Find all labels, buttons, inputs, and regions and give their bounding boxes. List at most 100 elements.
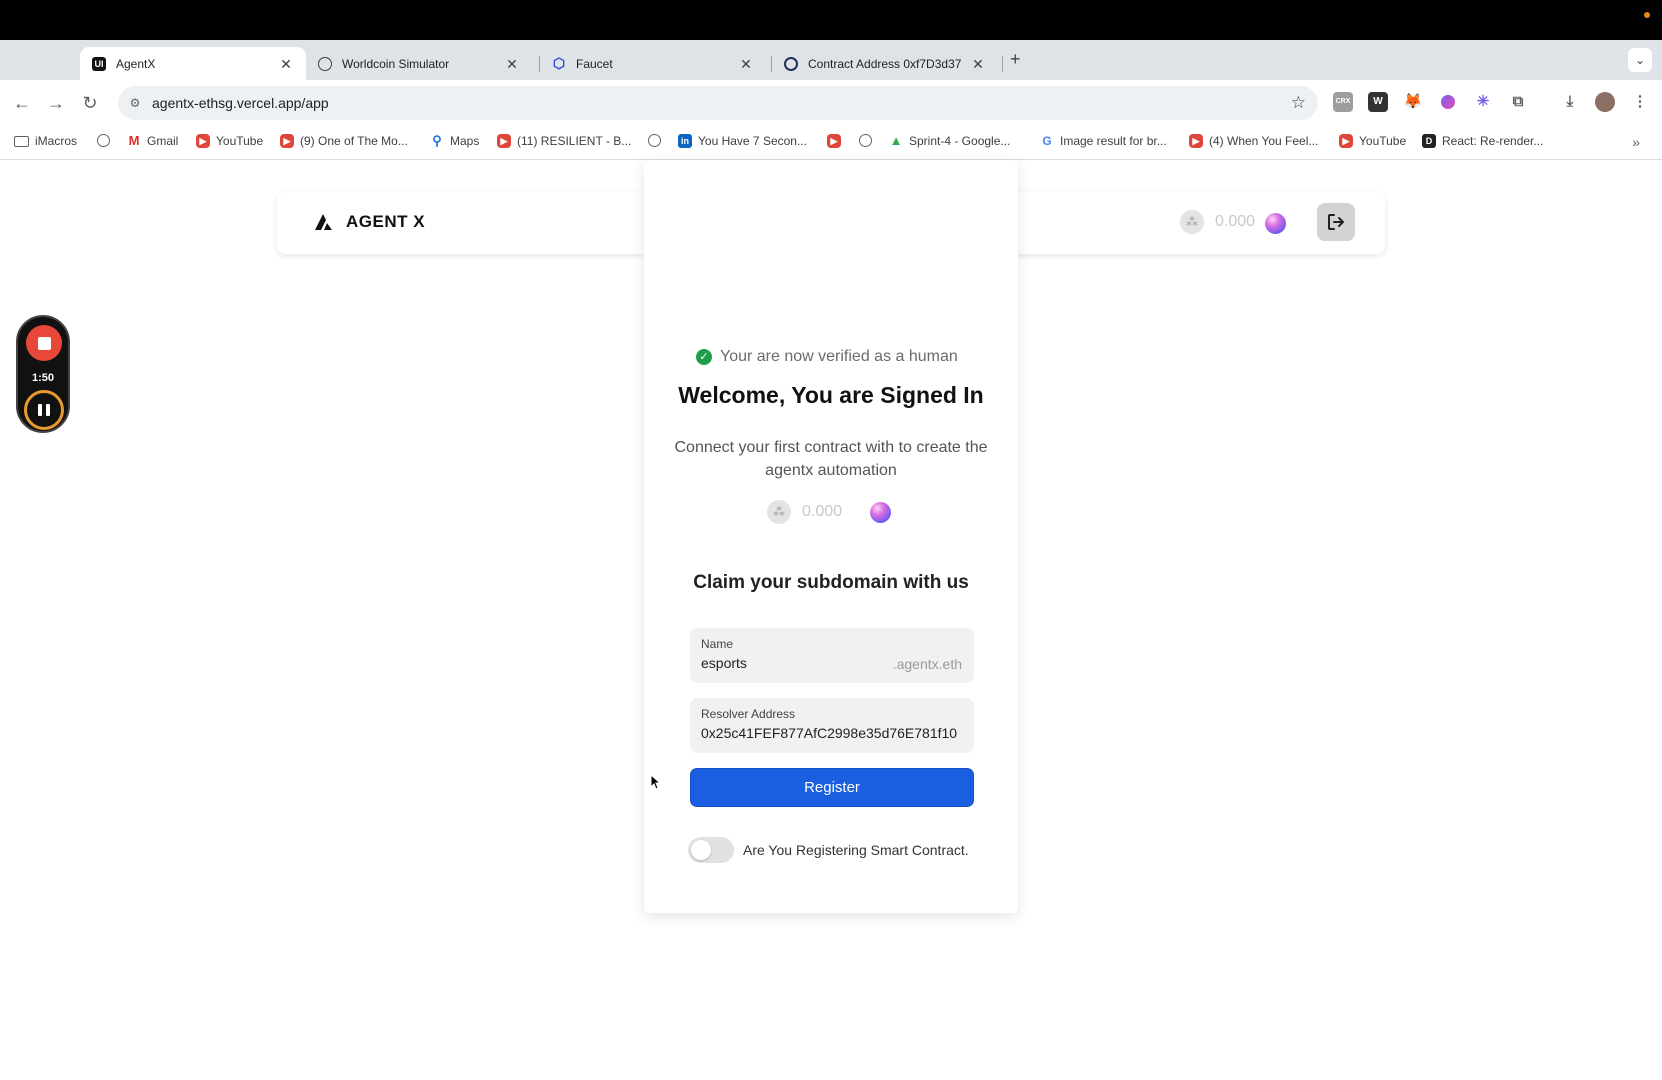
tab-close-icon[interactable]: ✕ [278, 56, 294, 72]
address-url[interactable]: agentx-ethsg.vercel.app/app [152, 95, 329, 111]
crx-extension-icon[interactable]: CRX [1333, 92, 1353, 112]
dev-icon: D [1422, 134, 1436, 148]
bookmark-item[interactable]: ⚲ Maps [430, 133, 479, 149]
hexagon-icon: ⬡ [552, 55, 566, 71]
resolver-address-input[interactable]: 0x25c41FEF877AfC2998e35d76E781f10 [701, 725, 961, 741]
bookmark-item[interactable]: G Image result for br... [1040, 134, 1166, 148]
download-icon[interactable]: ⤓ [1560, 92, 1580, 112]
tab-close-icon[interactable]: ✕ [970, 56, 986, 72]
profile-avatar[interactable] [1595, 92, 1615, 112]
verified-status: ✓ Your are now verified as a human [696, 348, 958, 366]
stop-icon [37, 336, 51, 350]
linkedin-icon: in [678, 134, 692, 148]
bookmark-item[interactable]: D React: Re-render... [1422, 134, 1543, 148]
globe-icon [318, 56, 332, 71]
youtube-icon: ▶ [827, 134, 841, 148]
drive-icon: ▲ [889, 133, 903, 148]
agentx-favicon-icon: UI [92, 56, 106, 71]
youtube-icon: ▶ [196, 134, 210, 148]
signed-in-card: ✓ Your are now verified as a human Welco… [644, 160, 1018, 913]
stop-recording-button[interactable] [26, 325, 62, 361]
youtube-icon: ▶ [280, 134, 294, 148]
tab-search-chevron-icon[interactable]: ⌄ [1628, 48, 1652, 72]
address-bar[interactable]: ⚙ agentx-ethsg.vercel.app/app ☆ [118, 86, 1318, 120]
domain-suffix: .agentx.eth [892, 656, 962, 672]
globe-icon [648, 134, 661, 147]
bookmark-item[interactable] [97, 134, 116, 147]
globe-icon [97, 134, 110, 147]
bookmark-item[interactable]: ▶ YouTube [196, 134, 263, 148]
subdomain-name-field[interactable]: Name esports .agentx.eth [690, 628, 974, 683]
bookmark-item[interactable]: ▶ (4) When You Feel... [1189, 134, 1318, 148]
browser-menu-icon[interactable]: ⋮ [1630, 92, 1650, 112]
bookmark-item[interactable] [859, 134, 878, 147]
tab-close-icon[interactable]: ✕ [504, 56, 520, 72]
globe-icon [859, 134, 872, 147]
bookmark-item[interactable]: ▶ (11) RESILIENT - B... [497, 134, 631, 148]
bookmark-star-icon[interactable]: ☆ [1291, 93, 1306, 113]
smart-contract-toggle[interactable] [688, 837, 734, 863]
maps-icon: ⚲ [432, 133, 442, 148]
bookmarks-bar: iMacros M Gmail ▶ YouTube ▶ (9) One of The … [0, 126, 1662, 160]
bookmark-item[interactable]: iMacros [14, 134, 77, 148]
card-balance: ⁂ 0.000 [767, 500, 892, 524]
mouse-cursor-icon [650, 774, 662, 790]
tab-title: Contract Address 0xf7D3d37 [808, 56, 962, 71]
screen-recorder-widget: 1:50 [16, 315, 70, 433]
tab-title: Faucet [576, 56, 613, 71]
header-balance: ⁂ 0.000 [1180, 210, 1255, 234]
browser-tab-strip: UI AgentX ✕ Worldcoin Simulator ✕ ⬡ Fauc… [0, 40, 1662, 80]
bookmark-item[interactable]: ▶ YouTube [1339, 134, 1406, 148]
verified-text: Your are now verified as a human [720, 348, 958, 365]
smart-contract-toggle-label: Are You Registering Smart Contract. [743, 842, 969, 858]
toggle-knob [691, 840, 711, 860]
resolver-address-field[interactable]: Resolver Address 0x25c41FEF877AfC2998e35… [690, 698, 974, 753]
token-coin-icon: ⁂ [1180, 210, 1204, 234]
smart-contract-toggle-row: Are You Registering Smart Contract. [688, 837, 969, 863]
gmail-icon: M [128, 133, 140, 148]
new-tab-icon[interactable]: + [1010, 49, 1021, 70]
metamask-fox-icon[interactable]: 🦊 [1403, 92, 1423, 112]
site-settings-icon[interactable]: ⚙ [127, 95, 143, 111]
tab-title: AgentX [116, 56, 156, 71]
back-arrow-icon[interactable]: ← [10, 91, 34, 115]
bookmark-item[interactable] [648, 134, 667, 147]
brand[interactable]: AGENT X [313, 211, 425, 233]
claim-subdomain-heading: Claim your subdomain with us [693, 572, 969, 593]
register-button[interactable]: Register [690, 768, 974, 807]
logout-button[interactable] [1317, 203, 1355, 241]
brand-name: AGENT X [346, 212, 426, 231]
color-extension-icon[interactable] [1438, 92, 1458, 112]
explorer-icon [784, 56, 798, 71]
balance-value: 0.000 [802, 503, 843, 520]
tab-faucet[interactable]: ⬡ Faucet ✕ [540, 47, 766, 80]
extensions-puzzle-icon[interactable]: ⧉ [1508, 92, 1528, 112]
bookmarks-overflow-icon[interactable]: » [1632, 134, 1640, 150]
bookmark-item[interactable]: ▲ Sprint-4 - Google... [889, 133, 1011, 149]
bookmark-item[interactable]: ▶ [827, 134, 847, 148]
bookmark-item[interactable]: in You Have 7 Secon... [678, 134, 807, 148]
pause-recording-button[interactable] [24, 390, 64, 430]
youtube-icon: ▶ [1189, 134, 1203, 148]
tab-contract-address[interactable]: Contract Address 0xf7D3d37 ✕ [772, 47, 998, 80]
browser-toolbar: ← → ↻ ⚙ agentx-ethsg.vercel.app/app ☆ CR… [0, 80, 1662, 126]
logout-icon [1328, 214, 1344, 230]
reload-icon[interactable]: ↻ [78, 91, 102, 115]
tab-worldcoin-simulator[interactable]: Worldcoin Simulator ✕ [306, 47, 532, 80]
recording-indicator-dot [1644, 12, 1650, 18]
w-extension-icon[interactable]: W [1368, 92, 1388, 112]
wallet-avatar-orb[interactable] [1265, 213, 1286, 234]
tab-title: Worldcoin Simulator [342, 56, 450, 71]
wallet-avatar-orb [870, 501, 892, 523]
bookmark-item[interactable]: ▶ (9) One of The Mo... [280, 134, 408, 148]
tab-agentx[interactable]: UI AgentX ✕ [80, 47, 306, 80]
bookmark-item[interactable]: M Gmail [127, 133, 179, 149]
sparkle-extension-icon[interactable]: ✳ [1473, 92, 1493, 112]
pause-icon [46, 404, 50, 416]
tab-close-icon[interactable]: ✕ [738, 56, 754, 72]
google-icon: G [1042, 134, 1052, 148]
forward-arrow-icon[interactable]: → [44, 91, 68, 115]
pause-icon [38, 404, 42, 416]
name-label: Name [701, 637, 734, 651]
balance-value: 0.000 [1215, 213, 1256, 230]
